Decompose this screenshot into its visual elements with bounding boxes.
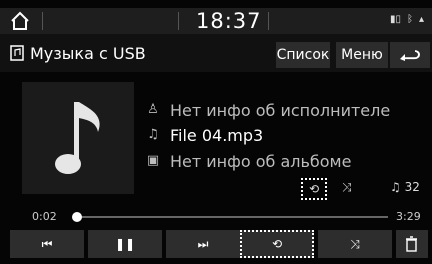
previous-icon: ⏮ bbox=[41, 236, 53, 251]
divider bbox=[42, 12, 43, 30]
next-icon: ⏭ bbox=[197, 236, 209, 251]
title-bar: Музыка с USB Список Меню bbox=[0, 34, 432, 72]
music-note-icon bbox=[55, 102, 100, 174]
status-bar: 18:37 ▮▯ ᛒ ▴ bbox=[0, 8, 432, 34]
playback-controls: ⏮ ❚❚ ⏭ ⟲ ⤨ bbox=[0, 230, 432, 264]
list-button[interactable]: Список bbox=[276, 42, 330, 68]
usb-music-icon bbox=[10, 45, 24, 61]
bluetooth-icon: ᛒ bbox=[406, 14, 413, 25]
shuffle-status-icon: ⤨ bbox=[342, 180, 352, 194]
trash-icon bbox=[406, 236, 417, 252]
back-button[interactable] bbox=[390, 42, 430, 68]
status-icons: ▮▯ ᛒ ▴ bbox=[390, 14, 424, 25]
album-name: Нет инфо об альбоме bbox=[170, 151, 352, 171]
pause-button[interactable]: ❚❚ bbox=[88, 230, 162, 258]
shuffle-button[interactable]: ⤨ bbox=[318, 230, 392, 258]
elapsed-time: 0:02 bbox=[32, 210, 57, 223]
album-row: ▣ Нет инфо об альбоме bbox=[146, 150, 352, 172]
progress-bar[interactable] bbox=[72, 212, 388, 222]
total-time: 3:29 bbox=[396, 210, 421, 223]
file-row: ♫ File 04.mp3 bbox=[146, 124, 263, 146]
progress-knob[interactable] bbox=[72, 212, 83, 222]
source-title: Музыка с USB bbox=[30, 44, 146, 63]
clock: 18:37 bbox=[196, 9, 262, 33]
battery-icon: ▮▯ bbox=[389, 14, 401, 25]
menu-button[interactable]: Меню bbox=[336, 42, 388, 68]
note-icon: ♫ bbox=[390, 180, 405, 194]
signal-icon: ▴ bbox=[418, 14, 424, 25]
music-file-icon: ♫ bbox=[147, 127, 159, 142]
previous-button[interactable]: ⏮ bbox=[10, 230, 84, 258]
person-icon: ♙ bbox=[147, 102, 159, 117]
artist-row: ♙ Нет инфо об исполнителе bbox=[146, 99, 390, 121]
file-name: File 04.mp3 bbox=[170, 125, 264, 145]
usb-music-screen: 18:37 ▮▯ ᛒ ▴ Музыка с USB Список Меню ♙ … bbox=[0, 0, 432, 264]
divider bbox=[178, 12, 179, 30]
repeat-button[interactable]: ⟲ bbox=[240, 230, 314, 258]
delete-button[interactable] bbox=[396, 230, 428, 258]
shuffle-icon: ⤨ bbox=[350, 236, 360, 251]
track-count: ♫ 32 bbox=[390, 180, 420, 194]
repeat-status-icon: ⟲ bbox=[301, 178, 327, 200]
album-icon: ▣ bbox=[146, 153, 160, 168]
back-arrow-icon bbox=[400, 50, 420, 61]
artist-name: Нет инфо об исполнителе bbox=[170, 100, 391, 120]
home-icon[interactable] bbox=[8, 10, 32, 32]
album-art bbox=[22, 82, 134, 194]
divider bbox=[268, 12, 269, 30]
next-button[interactable]: ⏭ bbox=[166, 230, 240, 258]
pause-icon: ❚❚ bbox=[114, 237, 136, 251]
repeat-icon: ⟲ bbox=[271, 237, 283, 251]
